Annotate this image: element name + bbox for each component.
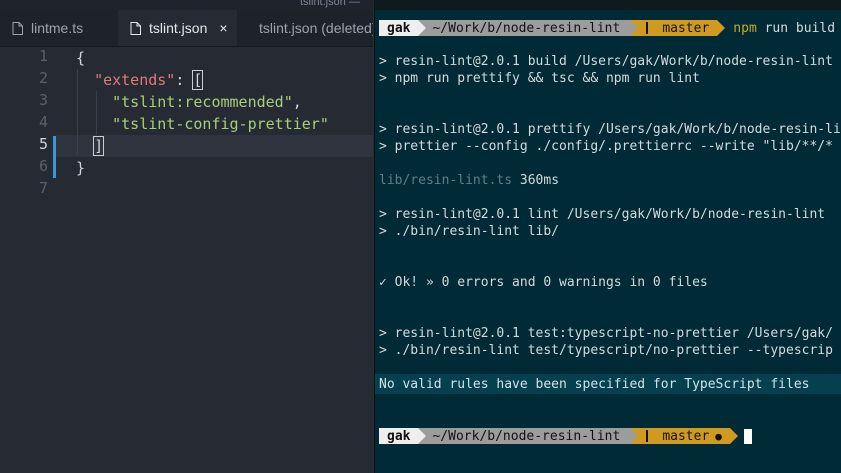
code-editor: tslint.json — lintme.ts tslint.json × ts… — [0, 0, 373, 473]
json-string: "tslint-config-prettier" — [112, 115, 329, 133]
prompt-path: ~/Work/b/node-resin-lint — [418, 428, 639, 444]
file-icon — [130, 21, 141, 35]
prompt-user: gak — [379, 20, 427, 36]
line-number-current: 5 — [38, 135, 48, 153]
line-number: 4 — [38, 113, 48, 131]
tab-label: lintme.ts — [31, 20, 84, 36]
tab-tslint-json[interactable]: tslint.json × — [118, 10, 237, 46]
terminal-output-line: > npm run prettify && tsc && npm run lin… — [379, 71, 700, 86]
code-line-4: "tslint-config-prettier" — [76, 113, 329, 135]
prompt-separator — [418, 428, 427, 444]
code-token: { — [76, 49, 86, 67]
json-string: "tslint:recommended" — [112, 93, 293, 111]
tab-label: tslint.json (deleted) — [259, 20, 373, 36]
matched-bracket: [ — [192, 70, 204, 90]
matched-bracket: ] — [93, 136, 105, 156]
prompt-separator — [630, 428, 639, 444]
code-line-6: } — [76, 157, 329, 179]
command-args: run build — [756, 20, 836, 36]
shell-prompt: gak ~/Work/b/node-resin-lint master ● — [379, 428, 752, 444]
git-dirty-indicator: ● — [715, 429, 722, 443]
git-branch-icon — [646, 22, 656, 34]
terminal-output-line: > resin-lint@2.0.1 build /Users/gak/Work… — [379, 54, 833, 69]
terminal-cursor[interactable] — [743, 428, 752, 444]
code-token: , — [292, 93, 302, 111]
typed-command: npm run build — [733, 21, 835, 36]
prompt-path-text: ~/Work/b/node-resin-lint — [432, 428, 621, 444]
tab-tslint-json-deleted[interactable]: tslint.json (deleted) — [237, 10, 373, 46]
terminal[interactable]: gak ~/Work/b/node-resin-lint master npm … — [374, 0, 841, 473]
prompt-separator — [630, 20, 639, 36]
file-icon — [12, 21, 23, 35]
prompt-user-text: gak — [387, 428, 411, 444]
prompt-path-text: ~/Work/b/node-resin-lint — [432, 20, 621, 36]
terminal-output-line: > resin-lint@2.0.1 lint /Users/gak/Work/… — [379, 207, 826, 222]
title-bar: tslint.json — — [0, 0, 373, 10]
code-token: : — [175, 71, 194, 89]
code-line-1: { — [76, 47, 329, 69]
line-number: 3 — [38, 91, 48, 109]
git-branch-icon — [646, 430, 656, 442]
prompt-separator — [418, 20, 427, 36]
code-line-2: "extends": [ — [76, 69, 329, 91]
shell-prompt: gak ~/Work/b/node-resin-lint master npm … — [379, 20, 835, 36]
terminal-output-line: > ./bin/resin-lint lib/ — [379, 224, 560, 239]
line-number: 1 — [38, 47, 48, 65]
line-number: 2 — [38, 69, 48, 87]
terminal-output-line: > ./bin/resin-lint test/typescript/no-pr… — [379, 343, 833, 358]
terminal-success-line: ✓ Ok! » 0 errors and 0 warnings in 0 fil… — [379, 275, 708, 290]
prompt-branch-text: master — [662, 20, 710, 36]
terminal-title-bar — [375, 0, 841, 10]
code-area[interactable]: { "extends": [ "tslint:recommended", "ts… — [76, 47, 329, 201]
code-line-5: ] — [76, 135, 329, 157]
prompt-user: gak — [379, 428, 427, 444]
window-title: tslint.json — — [300, 0, 360, 8]
prompt-separator — [729, 428, 738, 444]
json-key: "extends" — [94, 71, 176, 89]
terminal-output-line: > prettier --config ./config/.prettierrc… — [379, 139, 833, 154]
prompt-branch-text: master — [662, 428, 710, 444]
prompt-user-text: gak — [387, 20, 411, 36]
output-time: 360ms — [512, 173, 560, 188]
output-file: lib/resin-lint.ts — [379, 173, 513, 188]
prompt-separator — [717, 20, 726, 36]
code-token: } — [76, 159, 86, 177]
prompt-git-branch: master ● — [630, 428, 738, 444]
line-number-gutter: 1 2 3 4 5 6 7 — [0, 47, 56, 201]
tab-bar: lintme.ts tslint.json × tslint.json (del… — [0, 10, 373, 47]
line-number: 7 — [38, 179, 48, 197]
terminal-output-line: > resin-lint@2.0.1 test:typescript-no-pr… — [379, 326, 833, 341]
tab-lintme-ts[interactable]: lintme.ts — [0, 10, 118, 46]
line-number: 6 — [38, 157, 48, 175]
prompt-path: ~/Work/b/node-resin-lint — [418, 20, 639, 36]
code-line-3: "tslint:recommended", — [76, 91, 329, 113]
close-icon[interactable]: × — [219, 20, 227, 36]
command-name: npm — [733, 20, 757, 36]
tab-label: tslint.json — [149, 20, 208, 36]
terminal-output-line: > resin-lint@2.0.1 prettify /Users/gak/W… — [379, 122, 841, 137]
terminal-error-line: No valid rules have been specified for T… — [379, 377, 810, 392]
prompt-git-branch: master — [630, 20, 726, 36]
terminal-output-line: lib/resin-lint.ts 360ms — [379, 173, 559, 188]
